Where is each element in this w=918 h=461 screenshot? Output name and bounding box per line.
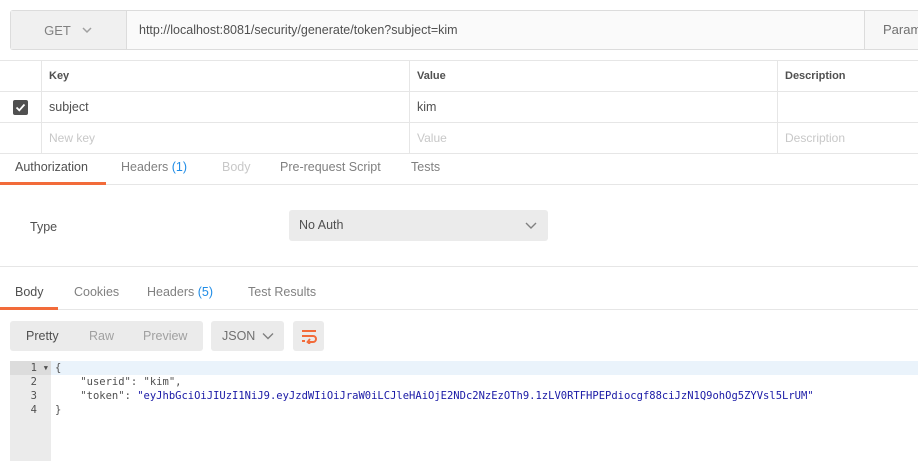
line-number: 2 [30,376,37,388]
line-number: 3 [30,390,37,402]
method-label: GET [44,22,71,38]
json-key: "userid" [80,376,131,388]
url-input[interactable]: http://localhost:8081/security/generate/… [139,11,458,49]
new-value-input[interactable]: Value [417,131,447,145]
response-tab-cookies[interactable]: Cookies [74,277,119,310]
request-tabs: Authorization Headers (1) Body Pre-reque… [0,152,918,185]
json-key: "token" [80,390,125,402]
code-line: } [55,404,62,416]
auth-type-select[interactable]: No Auth [289,210,548,241]
request-url-bar: GET http://localhost:8081/security/gener… [10,10,918,50]
column-header-description: Description [777,61,918,91]
new-param-row: New key Value Description [0,123,918,154]
code-line: "userid": "kim", [80,376,182,388]
param-key-field[interactable]: subject [49,100,89,114]
line-number: 4 [30,404,37,416]
checkmark-icon [15,103,26,112]
tab-body[interactable]: Body [222,152,251,185]
wrap-lines-icon [301,330,317,344]
tab-tests[interactable]: Tests [411,152,440,185]
chevron-down-icon [525,222,537,229]
new-key-input[interactable]: New key [49,131,95,145]
headers-count: (1) [171,160,188,174]
param-enabled-checkbox[interactable] [13,99,28,115]
tab-authorization[interactable]: Authorization [0,152,106,185]
chevron-down-icon [262,333,274,340]
code-line: "token": "eyJhbGciOiJIUzI1NiJ9.eyJzdWIiO… [80,390,814,402]
response-tab-headers[interactable]: Headers (5) [147,277,213,310]
response-headers-count: (5) [197,285,214,299]
wrap-lines-button[interactable] [293,321,324,351]
line-number: 1 ▼ [10,361,51,375]
authorization-panel: Type No Auth [0,186,918,267]
params-table: Key Value Description subject kim New ke… [0,60,918,154]
column-header-value: Value [409,61,777,91]
view-raw-button[interactable]: Raw [89,321,114,351]
method-select[interactable]: GET [11,11,127,49]
format-select[interactable]: JSON [211,321,284,351]
column-header-key: Key [41,61,409,91]
line-number-gutter: 1 ▼ 2 3 4 [10,361,51,461]
code-content: { "userid": "kim", "token": "eyJhbGciOiJ… [51,361,918,461]
view-pretty-button[interactable]: Pretty [26,321,59,351]
new-description-input[interactable]: Description [785,131,845,145]
param-row: subject kim [0,92,918,123]
view-mode-group: Pretty Raw Preview [10,321,203,351]
tab-pre-request-script[interactable]: Pre-request Script [280,152,381,185]
response-tab-test-results[interactable]: Test Results [248,277,316,310]
params-button[interactable]: Param [864,11,918,49]
param-value-field[interactable]: kim [417,100,436,114]
json-value: "kim" [143,376,176,388]
response-tab-body[interactable]: Body [0,277,58,310]
params-header-row: Key Value Description [0,60,918,92]
auth-type-label: Type [30,220,58,234]
response-tabs: Body Cookies Headers (5) Test Results [0,277,918,310]
tab-headers[interactable]: Headers (1) [121,152,187,185]
view-preview-button[interactable]: Preview [143,321,187,351]
chevron-down-icon [82,27,92,34]
fold-arrow-icon[interactable]: ▼ [44,361,48,375]
code-line: { [51,361,918,375]
json-token-value: "eyJhbGciOiJIUzI1NiJ9.eyJzdWIiOiJraW0iLC… [137,390,814,402]
response-body-editor[interactable]: 1 ▼ 2 3 4 { "userid": "kim", "token": "e… [10,361,918,461]
